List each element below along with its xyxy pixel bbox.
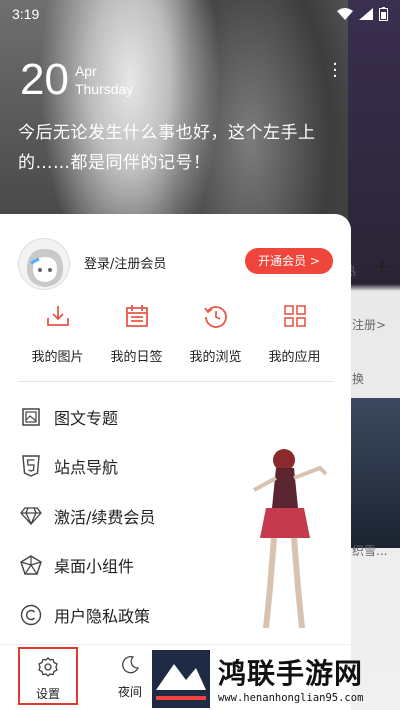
more-options-icon[interactable]: · · · <box>330 56 340 86</box>
menu-item-label: 用户隐私政策 <box>54 606 151 626</box>
character-illustration <box>253 449 328 629</box>
calendar-icon <box>125 305 148 327</box>
side-swap-hint: 换 <box>352 372 365 386</box>
quick-item-label: 我的浏览 <box>189 350 242 365</box>
status-time: 3:19 <box>12 6 40 22</box>
side-login-hint: 注册> <box>352 318 387 332</box>
quick-actions: 我的图片 我的日签 我的浏览 我的应用 <box>18 300 334 365</box>
gear-icon <box>38 657 58 677</box>
apps-grid-icon <box>283 305 306 327</box>
signal-icon <box>359 8 373 20</box>
add-icon[interactable]: + <box>372 252 392 280</box>
watermark-url: www.henanhonglian95.com <box>218 692 364 704</box>
avatar[interactable] <box>18 238 70 290</box>
menu-item-label: 图文专题 <box>54 408 119 428</box>
quick-item-my-daily[interactable]: 我的日签 <box>97 300 176 365</box>
menu-item-label: 激活/续费会员 <box>54 507 156 527</box>
settings-label: 设置 <box>35 687 60 701</box>
date-day: 20 <box>20 55 69 104</box>
diamond-icon <box>20 507 42 525</box>
side-content-background <box>348 0 400 710</box>
quick-item-my-images[interactable]: 我的图片 <box>18 300 97 365</box>
divider <box>18 381 334 382</box>
watermark-title: 鸿联手游网 <box>218 657 364 690</box>
date-month: Apr <box>74 63 97 79</box>
download-icon <box>46 306 69 326</box>
widget-icon <box>20 555 42 575</box>
drawer-panel: 登录/注册会员 开通会员 > 我的图片 我的日签 我的浏览 我的应用 图文专题 … <box>0 214 351 710</box>
menu-item-image-topics[interactable]: 图文专题 <box>18 392 334 442</box>
image-topic-icon <box>22 408 40 426</box>
status-bar: 3:19 <box>0 0 400 28</box>
battery-icon <box>379 7 388 21</box>
site-watermark: 鸿联手游网 www.henanhonglian95.com <box>152 650 400 710</box>
date-display: 20 Apr Thursday <box>20 58 133 102</box>
night-label: 夜间 <box>117 685 142 699</box>
menu-item-label: 站点导航 <box>54 458 119 478</box>
quick-item-label: 我的日签 <box>110 350 163 365</box>
moon-icon <box>122 656 140 674</box>
html5-icon <box>22 455 40 478</box>
night-mode-button[interactable]: 夜间 <box>108 649 152 700</box>
open-vip-button[interactable]: 开通会员 > <box>245 248 333 274</box>
wifi-icon <box>337 8 353 20</box>
menu-item-label: 桌面小组件 <box>54 557 135 577</box>
quick-item-my-apps[interactable]: 我的应用 <box>255 300 334 365</box>
login-register-link[interactable]: 登录/注册会员 <box>84 253 166 272</box>
avatar-illustration <box>27 249 63 287</box>
daily-quote: 今后无论发生什么事也好，这个左手上的……都是同伴的记号！ <box>18 123 316 173</box>
date-weekday: Thursday <box>74 81 134 97</box>
watermark-logo-icon <box>152 650 210 708</box>
settings-button[interactable]: 设置 <box>18 647 78 705</box>
copyright-icon <box>20 604 42 625</box>
quick-item-my-history[interactable]: 我的浏览 <box>176 300 255 365</box>
side-thumbnail[interactable] <box>350 398 400 548</box>
side-caption-hint: 织雪... <box>352 544 388 558</box>
quick-item-label: 我的应用 <box>268 350 321 365</box>
history-icon <box>203 306 227 328</box>
quick-item-label: 我的图片 <box>31 350 84 365</box>
